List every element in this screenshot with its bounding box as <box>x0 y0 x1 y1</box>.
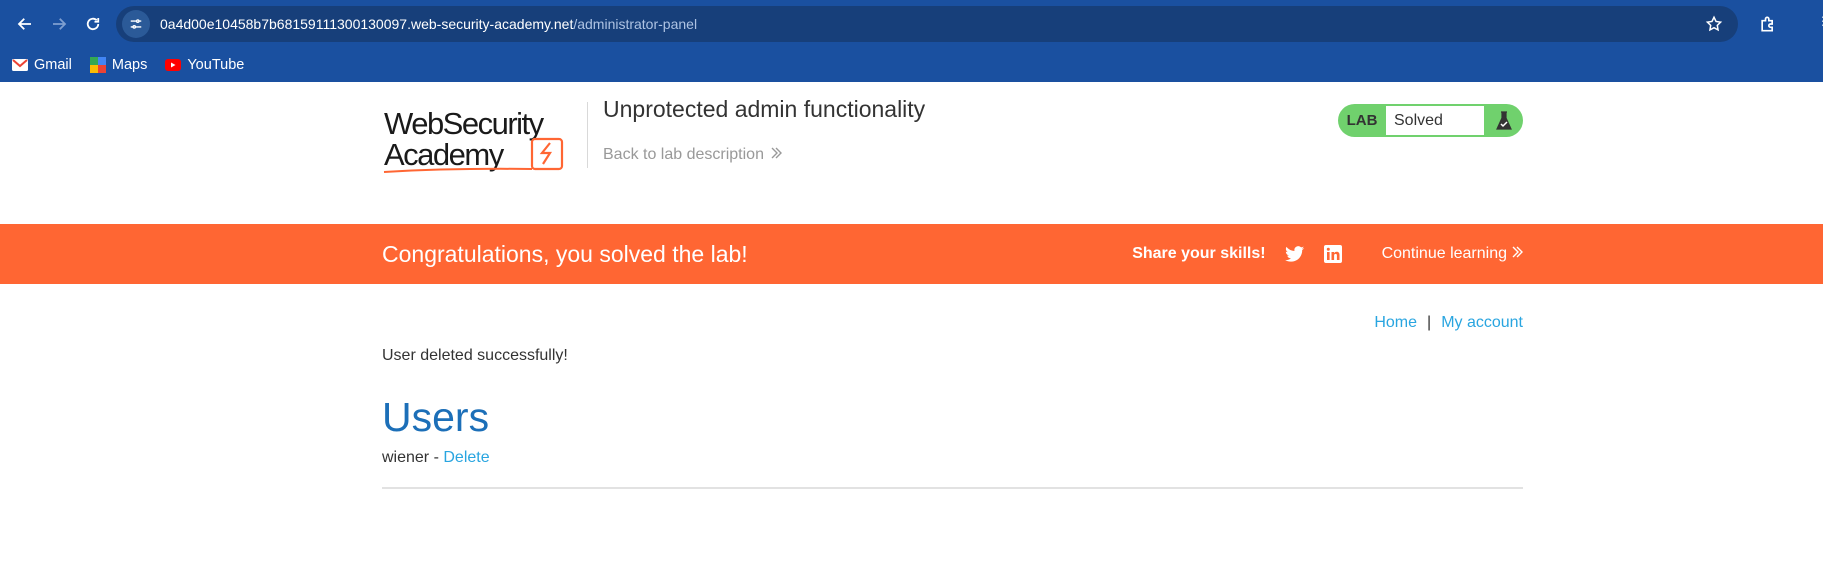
address-bar[interactable]: 0a4d00e10458b7b68159111300130097.web-sec… <box>116 6 1738 42</box>
maps-icon <box>89 57 106 73</box>
lab-status-text: Solved <box>1386 106 1484 135</box>
logo-line2: Academy <box>384 137 505 172</box>
solved-banner-inner: Congratulations, you solved the lab! Sha… <box>382 224 1523 284</box>
congratulations-message: Congratulations, you solved the lab! <box>382 240 748 267</box>
bookmark-label: YouTube <box>187 57 245 73</box>
browser-menu-icon[interactable]: ⋮ <box>1817 14 1823 34</box>
extensions-icon[interactable] <box>1754 10 1782 38</box>
solved-banner: Congratulations, you solved the lab! Sha… <box>0 224 1823 284</box>
twitter-icon[interactable] <box>1284 243 1306 265</box>
linkedin-icon[interactable] <box>1322 243 1344 265</box>
logo-line1: WebSecurity <box>384 106 545 141</box>
bookmark-maps[interactable]: Maps <box>89 57 148 73</box>
user-name: wiener <box>382 449 430 466</box>
youtube-icon <box>165 57 182 73</box>
reload-icon[interactable] <box>76 7 110 41</box>
continue-learning-link[interactable]: Continue learning <box>1382 245 1523 263</box>
bookmarks-bar: Gmail Maps YouTube <box>0 48 1823 82</box>
bookmark-youtube[interactable]: YouTube <box>165 57 244 73</box>
divider <box>382 487 1523 489</box>
gmail-icon <box>12 57 28 73</box>
browser-toolbar: 0a4d00e10458b7b68159111300130097.web-sec… <box>0 0 1823 48</box>
user-separator: - <box>429 449 444 466</box>
status-message: User deleted successfully! <box>382 347 568 364</box>
nav-separator: | <box>1427 314 1432 331</box>
lab-title: Unprotected admin functionality <box>603 96 926 122</box>
bookmark-gmail[interactable]: Gmail <box>12 57 72 73</box>
logo-divider <box>587 102 588 168</box>
user-row: wiener - Delete <box>382 449 490 467</box>
back-to-lab-link[interactable]: Back to lab description <box>603 146 782 164</box>
forward-arrow-icon[interactable] <box>42 7 76 41</box>
page: WebSecurity Academy Unprotected admin fu… <box>0 82 1823 581</box>
flask-icon <box>1484 104 1523 137</box>
top-nav-links: Home | My account <box>1374 314 1523 332</box>
share-label: Share your skills! <box>1132 245 1266 262</box>
home-link[interactable]: Home <box>1374 314 1417 332</box>
web-security-academy-logo[interactable]: WebSecurity Academy <box>382 102 582 173</box>
double-chevron-right-icon <box>1511 245 1523 263</box>
bookmark-star-icon[interactable] <box>1702 12 1726 36</box>
url-path: /administrator-panel <box>573 16 698 32</box>
my-account-link[interactable]: My account <box>1441 314 1523 332</box>
delete-user-link[interactable]: Delete <box>443 449 489 466</box>
url-host: 0a4d00e10458b7b68159111300130097.web-sec… <box>160 16 574 32</box>
lab-header: WebSecurity Academy Unprotected admin fu… <box>382 82 1523 224</box>
site-info-icon[interactable] <box>122 10 150 38</box>
double-chevron-right-icon <box>770 146 782 164</box>
bookmark-label: Gmail <box>34 57 72 73</box>
users-heading: Users <box>382 394 490 440</box>
lab-status-widget: LAB Solved <box>1338 104 1523 137</box>
url-text[interactable]: 0a4d00e10458b7b68159111300130097.web-sec… <box>160 16 1702 32</box>
back-link-label: Back to lab description <box>603 146 764 163</box>
back-arrow-icon[interactable] <box>8 7 42 41</box>
browser-chrome: 0a4d00e10458b7b68159111300130097.web-sec… <box>0 0 1823 82</box>
continue-learning-label: Continue learning <box>1381 245 1507 262</box>
lab-status-tag: LAB <box>1346 112 1378 129</box>
bookmark-label: Maps <box>111 57 148 73</box>
